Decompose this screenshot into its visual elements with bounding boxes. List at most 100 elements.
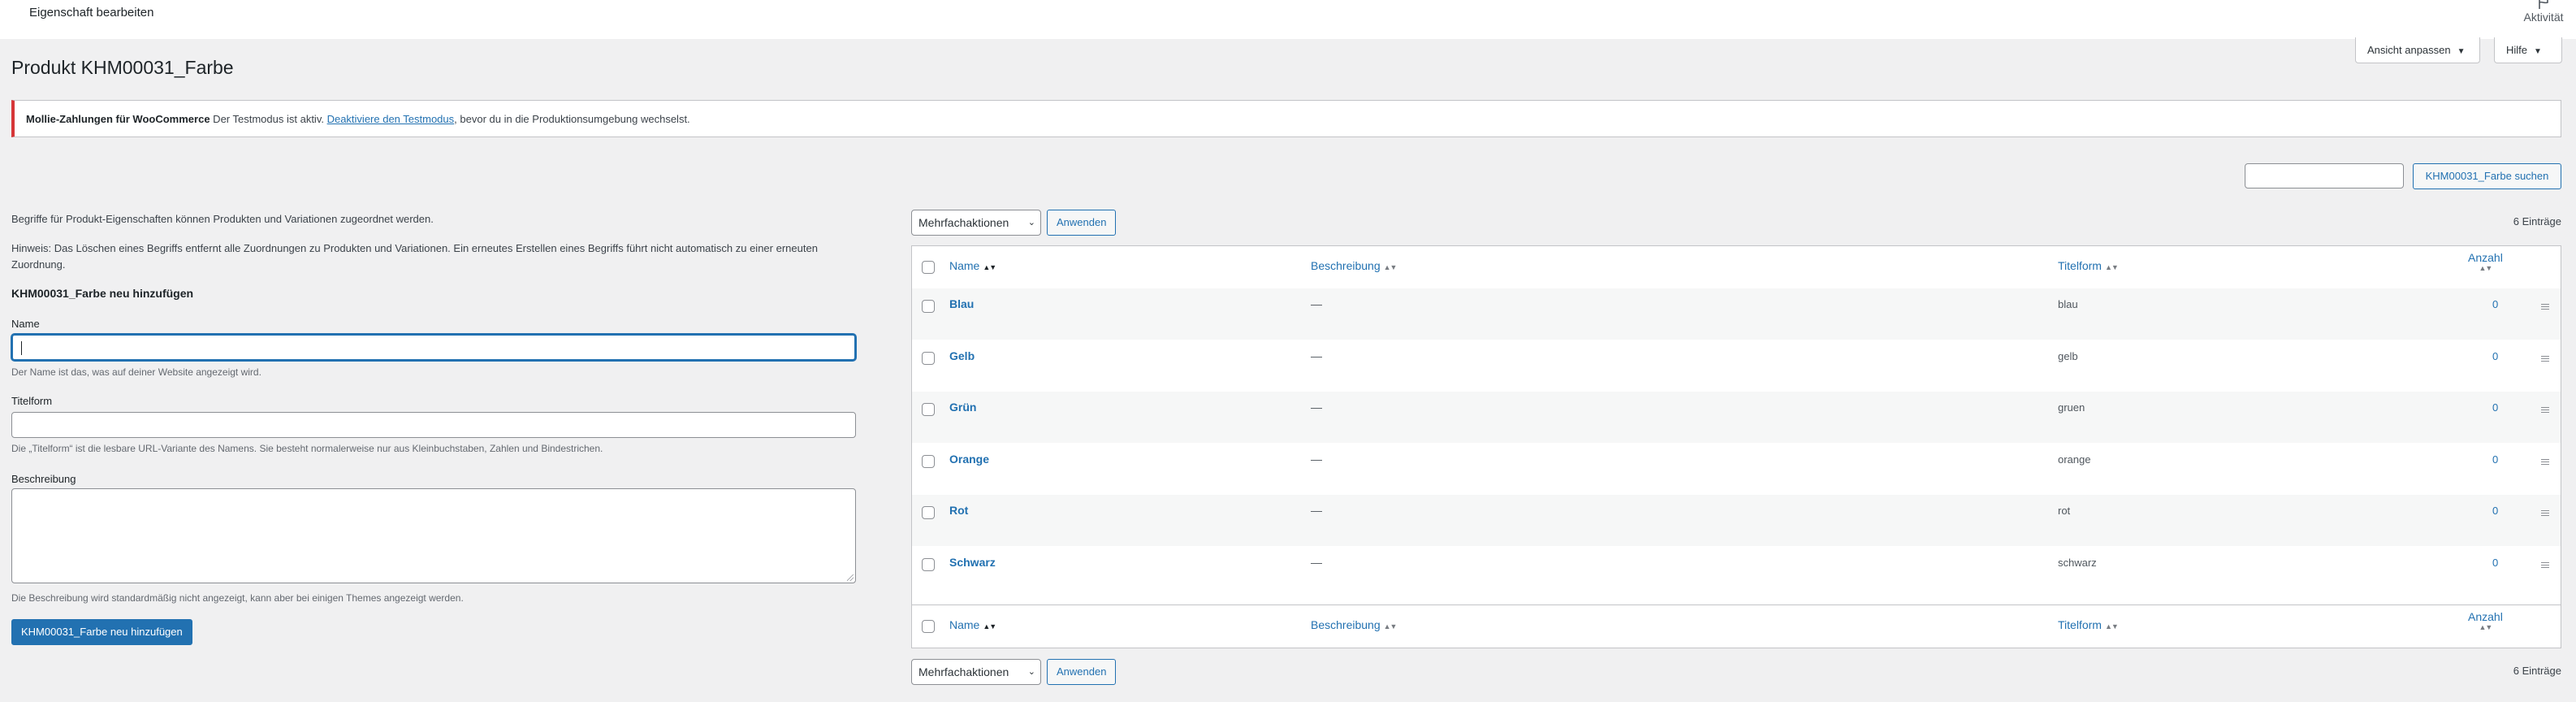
drag-handle-icon[interactable] — [2541, 458, 2549, 466]
table-row: Schwarz — schwarz 0 — [912, 547, 2561, 598]
column-header-description[interactable]: Beschreibung ▲▼ — [1311, 259, 1398, 272]
screen-options-label: Ansicht anpassen — [2367, 44, 2451, 56]
drag-handle-icon[interactable] — [2541, 304, 2549, 311]
row-checkbox[interactable] — [922, 403, 935, 416]
sort-icon: ▲▼ — [2104, 622, 2119, 630]
terms-table: Name ▲▼ Beschreibung ▲▼ Titelform ▲▼ Anzahl… — [911, 245, 2561, 648]
hint-text: Hinweis: Das Löschen eines Begriffs entf… — [11, 242, 818, 271]
apply-button-bottom[interactable]: Anwenden — [1047, 659, 1117, 685]
flag-icon — [2539, 0, 2548, 9]
screen-options-button[interactable]: Ansicht anpassen ▼ — [2355, 37, 2480, 63]
slug-label: Titelform — [11, 395, 53, 407]
notice-text-after: , bevor du in die Produktionsumgebung we… — [454, 113, 690, 125]
table-row: Gelb — gelb 0 — [912, 340, 2561, 392]
term-name-link[interactable]: Blau — [949, 297, 974, 310]
chevron-down-icon: ⌄ — [1027, 667, 1035, 677]
term-name-link[interactable]: Grün — [949, 401, 976, 414]
add-term-heading: KHM00031_Farbe neu hinzufügen — [11, 287, 194, 300]
term-count-link[interactable]: 0 — [2492, 453, 2498, 466]
resize-handle-icon[interactable] — [847, 574, 854, 581]
term-name-link[interactable]: Orange — [949, 453, 989, 466]
notice-text: Der Testmodus ist aktiv. — [210, 113, 327, 125]
column-name-label: Name — [949, 259, 980, 272]
row-checkbox[interactable] — [922, 351, 935, 365]
term-description: — — [1311, 452, 1322, 466]
bulk-actions-selected: Mehrfachaktionen — [918, 665, 1009, 678]
footer-header-count[interactable]: Anzahl ▲▼ — [2468, 610, 2503, 631]
footer-header-name[interactable]: Name ▲▼ — [949, 618, 996, 631]
name-input[interactable] — [11, 334, 856, 361]
slug-input[interactable] — [11, 412, 856, 438]
term-description: — — [1311, 297, 1322, 310]
select-all-checkbox-footer[interactable] — [922, 620, 935, 633]
search-input[interactable] — [2245, 163, 2404, 188]
help-button[interactable]: Hilfe ▼ — [2494, 37, 2562, 63]
topbar-title: Eigenschaft bearbeiten — [29, 6, 154, 20]
term-slug: orange — [2058, 453, 2091, 466]
term-count-link[interactable]: 0 — [2492, 505, 2498, 517]
column-count-label: Anzahl — [2468, 610, 2503, 623]
column-description-label: Beschreibung — [1311, 618, 1381, 631]
sort-asc-icon: ▲▼ — [983, 263, 996, 271]
term-name-link[interactable]: Rot — [949, 504, 968, 517]
term-slug: blau — [2058, 298, 2078, 310]
term-count-link[interactable]: 0 — [2492, 401, 2498, 414]
column-description-label: Beschreibung — [1311, 259, 1381, 272]
row-checkbox[interactable] — [922, 454, 935, 468]
chevron-down-icon: ⌄ — [1027, 218, 1035, 228]
table-row: Rot — rot 0 — [912, 495, 2561, 546]
term-name-link[interactable]: Schwarz — [949, 556, 996, 569]
add-term-button[interactable]: KHM00031_Farbe neu hinzufügen — [11, 619, 192, 645]
item-count-top: 6 Einträge — [2513, 215, 2561, 228]
column-count-label: Anzahl — [2468, 251, 2503, 264]
term-name-link[interactable]: Gelb — [949, 349, 975, 362]
sort-asc-icon: ▲▼ — [983, 622, 996, 630]
column-header-name[interactable]: Name ▲▼ — [949, 259, 996, 272]
select-all-checkbox[interactable] — [922, 261, 935, 274]
drag-handle-icon[interactable] — [2541, 510, 2549, 518]
bulk-actions-select-bottom[interactable]: Mehrfachaktionen ⌄ — [911, 659, 1041, 685]
term-count-link[interactable]: 0 — [2492, 557, 2498, 569]
caret-down-icon: ▼ — [2534, 47, 2542, 56]
table-row: Grün — gruen 0 — [912, 392, 2561, 443]
test-mode-notice: Mollie-Zahlungen für WooCommerce Der Tes… — [11, 100, 2561, 137]
sort-icon: ▲▼ — [2104, 263, 2119, 271]
search-button[interactable]: KHM00031_Farbe suchen — [2413, 163, 2561, 189]
term-slug: rot — [2058, 505, 2071, 517]
footer-header-slug[interactable]: Titelform ▲▼ — [2058, 618, 2119, 631]
description-textarea[interactable] — [11, 488, 856, 583]
table-row: Orange — orange 0 — [912, 444, 2561, 495]
description-help: Die Beschreibung wird standardmäßig nich… — [11, 592, 464, 604]
footer-header-description[interactable]: Beschreibung ▲▼ — [1311, 618, 1398, 631]
sort-icon: ▲▼ — [2479, 264, 2492, 272]
slug-description: Die „Titelform“ ist die lesbare URL-Vari… — [11, 443, 603, 454]
item-count-bottom: 6 Einträge — [2513, 665, 2561, 677]
bulk-actions-select-top[interactable]: Mehrfachaktionen ⌄ — [911, 210, 1041, 236]
activity-button[interactable]: Aktivität — [2519, 0, 2568, 24]
sort-icon: ▲▼ — [1383, 263, 1398, 271]
term-slug: gelb — [2058, 349, 2078, 362]
table-footer: Name ▲▼ Beschreibung ▲▼ Titelform ▲▼ Anzahl… — [912, 604, 2561, 648]
term-description: — — [1311, 349, 1322, 362]
term-count-link[interactable]: 0 — [2492, 298, 2498, 310]
column-header-count[interactable]: Anzahl ▲▼ — [2468, 251, 2503, 272]
help-label: Hilfe — [2506, 44, 2528, 56]
column-slug-label: Titelform — [2058, 259, 2102, 272]
top-bar: Eigenschaft bearbeiten Aktivität — [0, 0, 2576, 39]
page-title: Produkt KHM00031_Farbe — [11, 57, 234, 78]
notice-strong: Mollie-Zahlungen für WooCommerce — [26, 113, 210, 125]
bulk-actions-selected: Mehrfachaktionen — [918, 216, 1009, 229]
sort-icon: ▲▼ — [1383, 622, 1398, 630]
drag-handle-icon[interactable] — [2541, 561, 2549, 570]
column-header-slug[interactable]: Titelform ▲▼ — [2058, 259, 2119, 272]
term-count-link[interactable]: 0 — [2492, 350, 2498, 362]
deactivate-testmode-link[interactable]: Deaktiviere den Testmodus — [327, 113, 455, 125]
row-checkbox[interactable] — [922, 300, 935, 313]
apply-button-top[interactable]: Anwenden — [1047, 210, 1117, 236]
row-checkbox[interactable] — [922, 557, 935, 571]
drag-handle-icon[interactable] — [2541, 355, 2549, 363]
description-label: Beschreibung — [11, 473, 76, 485]
text-cursor — [21, 341, 22, 355]
row-checkbox[interactable] — [922, 506, 935, 519]
drag-handle-icon[interactable] — [2541, 407, 2549, 414]
